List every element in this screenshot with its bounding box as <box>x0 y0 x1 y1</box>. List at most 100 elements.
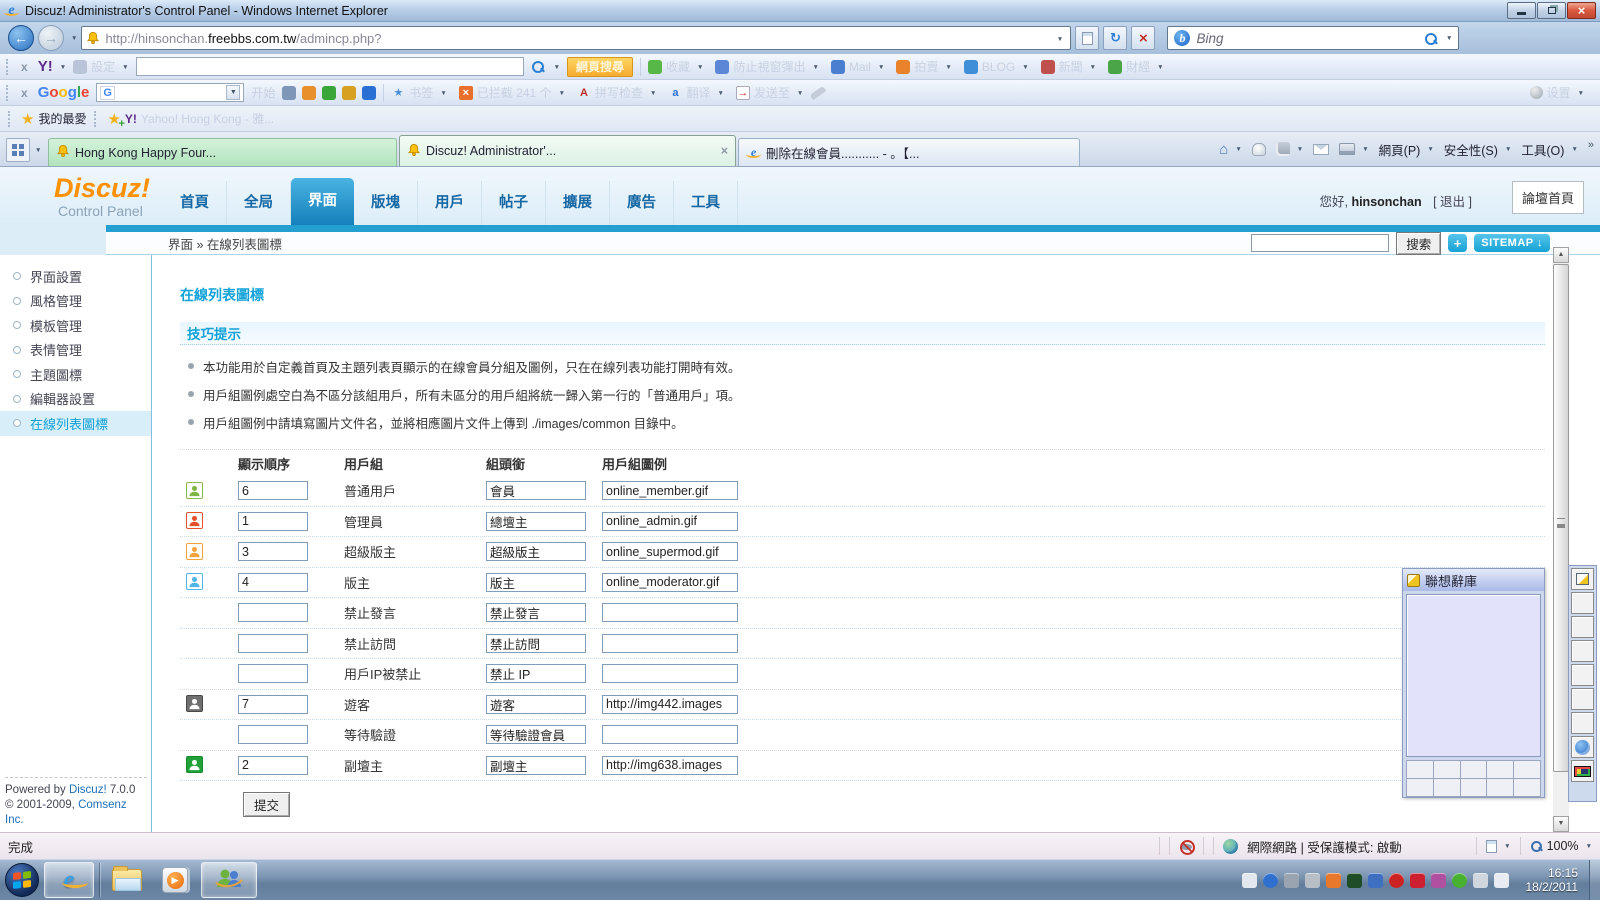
address-dropdown[interactable] <box>1050 31 1066 46</box>
page-menu[interactable]: 網頁(P) <box>1379 140 1434 159</box>
refresh-button[interactable]: ↻ <box>1103 26 1127 50</box>
compatibility-view-button[interactable] <box>1075 26 1099 50</box>
pen-icon[interactable] <box>1284 873 1299 888</box>
smiley-icon[interactable] <box>1326 873 1341 888</box>
scrollbar-thumb[interactable] <box>1553 264 1569 772</box>
stop-button[interactable]: × <box>1131 26 1155 50</box>
browser-tab-2[interactable]: Discuz! Administrator'...× <box>399 135 736 166</box>
dz-nav-tab-8[interactable]: 廣告 <box>610 181 674 225</box>
ime-cell[interactable] <box>1514 779 1540 796</box>
group-legend-input[interactable] <box>602 481 738 500</box>
google-toolbar-item[interactable]: ×已拦截 241 个 <box>459 84 565 101</box>
ime-cell[interactable] <box>1487 779 1513 796</box>
group-title-input[interactable] <box>486 695 586 714</box>
dz-nav-tab-5[interactable]: 用戶 <box>418 181 482 225</box>
ime-blank-button[interactable] <box>1571 640 1594 662</box>
sidebar-item-5[interactable]: 主題圖標 <box>0 362 151 387</box>
quick-tabs-button[interactable] <box>6 138 30 162</box>
taskbar-explorer-button[interactable] <box>105 862 149 898</box>
google-start-label[interactable]: 开始 <box>251 84 275 101</box>
tab-list-dropdown[interactable] <box>32 147 44 156</box>
search-box[interactable]: b Bing <box>1167 26 1459 50</box>
keyboard-icon[interactable] <box>1242 873 1257 888</box>
yahoo-search-input[interactable] <box>136 57 524 76</box>
start-button[interactable] <box>5 863 39 897</box>
order-input[interactable] <box>238 481 308 500</box>
compatibility-status-button[interactable] <box>1486 839 1510 853</box>
news-icon[interactable] <box>282 86 296 100</box>
dz-nav-tab-4[interactable]: 版塊 <box>354 181 418 225</box>
overflow-chevron[interactable]: » <box>1588 139 1594 151</box>
home-button[interactable]: ⌂ <box>1219 141 1242 158</box>
group-title-input[interactable] <box>486 573 586 592</box>
yahoo-toolbar-item[interactable]: 財經 <box>1108 58 1163 75</box>
scroll-down-button[interactable]: ▼ <box>1553 816 1569 832</box>
safety-menu[interactable]: 安全性(S) <box>1444 140 1512 159</box>
ime-blank-button[interactable] <box>1571 664 1594 686</box>
order-input[interactable] <box>238 725 308 744</box>
group-title-input[interactable] <box>486 542 586 561</box>
minimize-button[interactable] <box>1507 2 1536 19</box>
yahoo-toolbar-item[interactable]: 收藏 <box>648 58 703 75</box>
tab-close-icon[interactable]: × <box>721 144 728 158</box>
yahoo-logo-menu[interactable]: Y! <box>38 58 66 75</box>
ime-cell[interactable] <box>1461 779 1487 796</box>
logout-link[interactable]: [ 退出 ] <box>1433 195 1472 209</box>
show-desktop-button[interactable] <box>1589 860 1600 900</box>
help-icon[interactable] <box>1263 873 1278 888</box>
ime-blank-button[interactable] <box>1571 616 1594 638</box>
order-input[interactable] <box>238 695 308 714</box>
admin-search-input[interactable] <box>1251 234 1389 252</box>
taskbar-clock[interactable]: 16:15 18/2/2011 <box>1526 866 1579 894</box>
printer-icon[interactable] <box>1305 873 1320 888</box>
group-legend-input[interactable] <box>602 695 738 714</box>
bag-icon[interactable] <box>302 86 316 100</box>
expand-button[interactable]: + <box>1448 234 1467 252</box>
sidebar-item-2[interactable]: 風格管理 <box>0 289 151 314</box>
google-toolbar-item[interactable]: ★书签 <box>391 84 446 101</box>
taskbar-messenger-button[interactable] <box>201 862 257 898</box>
sidebar-item-1[interactable]: 界面設置 <box>0 264 151 289</box>
yahoo-toolbar-item[interactable]: 新聞 <box>1041 58 1096 75</box>
group-title-input[interactable] <box>486 634 586 653</box>
group-title-input[interactable] <box>486 664 586 683</box>
orb-icon[interactable] <box>1452 873 1467 888</box>
sitemap-button[interactable]: SITEMAP ↓ <box>1474 234 1550 252</box>
google-toolbar-item[interactable]: A拼写检查 <box>577 84 656 101</box>
taskbar-wmp-button[interactable]: ▶ <box>154 862 196 898</box>
print-button[interactable] <box>1339 142 1368 156</box>
search-icon[interactable] <box>1424 32 1437 45</box>
discuz-link[interactable]: Discuz! <box>69 784 107 796</box>
group-legend-input[interactable] <box>602 603 738 622</box>
google-toolbar-item[interactable]: →发送至 <box>736 84 803 101</box>
ime-blank-button[interactable] <box>1571 592 1594 614</box>
swirl-icon[interactable] <box>322 86 336 100</box>
admin-search-button[interactable]: 搜索 <box>1396 232 1441 255</box>
hand-icon[interactable] <box>1252 143 1266 156</box>
yahoo-settings-menu[interactable]: 設定 <box>73 58 128 75</box>
feeds-button[interactable] <box>1276 142 1303 156</box>
mute-icon[interactable] <box>1389 873 1404 888</box>
group-legend-input[interactable] <box>602 664 738 683</box>
browser-tab-1[interactable]: Hong Kong Happy Four... <box>48 138 397 166</box>
yahoo-toolbar-close-icon[interactable]: x <box>18 60 31 74</box>
earth-icon[interactable] <box>362 86 376 100</box>
order-input[interactable] <box>238 542 308 561</box>
privacy-blocked-icon[interactable] <box>1179 839 1194 854</box>
sidebar-item-6[interactable]: 編輯器設置 <box>0 387 151 412</box>
dz-nav-tab-6[interactable]: 帖子 <box>482 181 546 225</box>
back-button[interactable]: ← <box>8 25 34 51</box>
google-search-combo[interactable]: G ▼ <box>96 83 244 102</box>
ime-cell[interactable] <box>1407 761 1433 778</box>
ime-cell[interactable] <box>1461 761 1487 778</box>
page-scrollbar[interactable]: ▲ ▼ <box>1553 247 1569 832</box>
favorites-button[interactable]: ★我的最愛 <box>21 110 86 128</box>
google-settings-menu[interactable]: 设置 <box>1530 84 1584 101</box>
yahoo-web-search-button[interactable]: 網頁搜尋 <box>567 57 633 77</box>
forward-button[interactable]: → <box>38 25 64 51</box>
yahoo-toolbar-item[interactable]: Mail <box>831 60 884 74</box>
scroll-up-button[interactable]: ▲ <box>1553 247 1569 263</box>
submit-button[interactable]: 提交 <box>243 792 290 817</box>
highlighter-icon[interactable] <box>810 85 827 99</box>
ime-titlebar[interactable]: 聯想辭庫 <box>1403 569 1544 591</box>
